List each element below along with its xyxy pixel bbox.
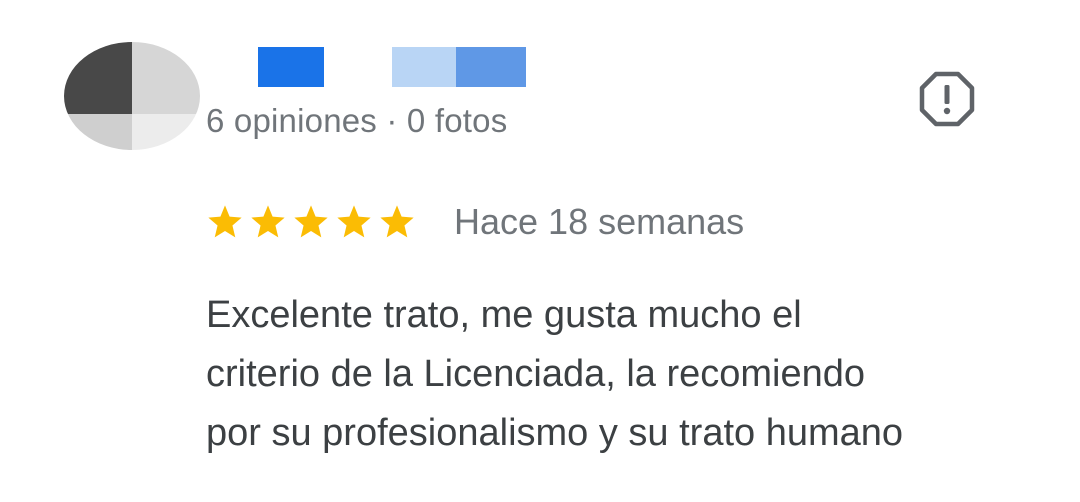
avatar-pixel: [132, 114, 200, 150]
review-text-line: Excelente trato, me gusta mucho el: [206, 294, 802, 336]
report-octagon-icon[interactable]: [918, 70, 976, 128]
avatar-pixel: [64, 42, 132, 114]
star-icon: [251, 205, 285, 238]
star-rating: [206, 203, 421, 241]
review-date: Hace 18 semanas: [454, 201, 745, 242]
review-text-line: criterio de la Licenciada, la recomiendo: [206, 353, 866, 395]
reviewer-name-redacted[interactable]: [258, 47, 526, 87]
star-icon: [208, 205, 242, 238]
avatar-pixel: [64, 114, 132, 150]
redaction-block: [258, 47, 324, 87]
review-card: 6 opiniones · 0 fotos Hace 18 semanas Ex…: [0, 0, 1080, 502]
redaction-block: [456, 47, 526, 87]
star-icon: [337, 205, 371, 238]
reviewer-meta: 6 opiniones · 0 fotos: [206, 102, 508, 139]
redaction-block: [392, 47, 456, 87]
rating-row: Hace 18 semanas: [206, 200, 744, 244]
avatar-pixel: [132, 42, 200, 114]
reviewer-avatar[interactable]: [64, 42, 200, 150]
review-text: Excelente trato, me gusta mucho el crite…: [206, 286, 1046, 463]
star-icon: [294, 205, 328, 238]
star-icon: [380, 205, 414, 238]
review-text-line: por su profesionalismo y su trato humano: [206, 412, 904, 454]
